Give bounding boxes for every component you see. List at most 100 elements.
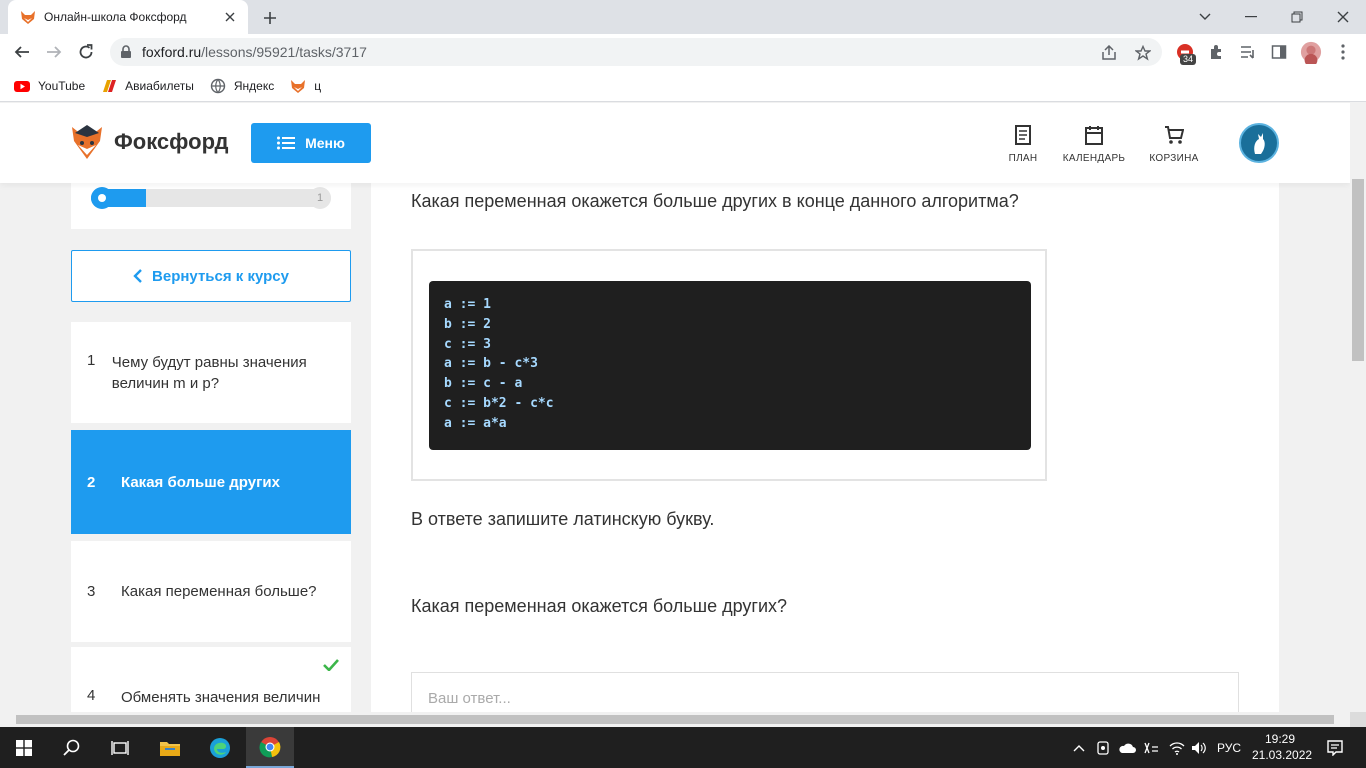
back-label: Вернуться к курсу bbox=[152, 267, 289, 285]
site-header: Фоксфорд Меню ПЛАН КАЛЕНДАРЬ КОРЗИНА bbox=[0, 103, 1350, 183]
answer-prompt: Какая переменная окажется больше других? bbox=[411, 596, 788, 616]
bookmark-star-icon[interactable] bbox=[1134, 44, 1152, 62]
list-icon bbox=[277, 136, 305, 150]
window-close-icon[interactable] bbox=[1320, 0, 1366, 34]
code-line: a := b - c*3 bbox=[444, 356, 538, 372]
fox-logo-icon bbox=[70, 123, 104, 161]
new-tab-plus-icon[interactable] bbox=[260, 8, 280, 28]
bookmark-yandex[interactable]: Яндекс bbox=[210, 78, 274, 94]
tab-title: Онлайн-школа Фоксфорд bbox=[44, 10, 187, 24]
extensions-puzzle-icon[interactable] bbox=[1205, 41, 1227, 63]
extension-badge: 34 bbox=[1180, 54, 1197, 65]
horizontal-scrollbar[interactable] bbox=[0, 712, 1350, 727]
code-line: b := 2 bbox=[444, 316, 491, 332]
tab-search-chevron-icon[interactable] bbox=[1182, 0, 1228, 34]
device-icon[interactable] bbox=[1094, 727, 1112, 768]
code-frame: a := 1 b := 2 c := 3 a := b - c*3 b := c… bbox=[411, 249, 1047, 481]
reload-icon[interactable] bbox=[74, 40, 98, 64]
url-path: /lessons/95921/tasks/3717 bbox=[201, 44, 367, 60]
address-bar[interactable]: foxford.ru/lessons/95921/tasks/3717 bbox=[110, 38, 1162, 66]
nav-calendar[interactable]: КАЛЕНДАРЬ bbox=[1062, 125, 1126, 164]
wifi-icon[interactable] bbox=[1166, 727, 1188, 768]
nav-cart-label: КОРЗИНА bbox=[1149, 153, 1199, 164]
chrome-menu-icon[interactable] bbox=[1332, 41, 1354, 63]
bookmark-youtube[interactable]: YouTube bbox=[14, 78, 85, 94]
side-panel-icon[interactable] bbox=[1268, 41, 1290, 63]
profile-avatar-icon[interactable] bbox=[1300, 41, 1322, 64]
fox-favicon-icon bbox=[20, 9, 36, 25]
page-viewport: Фоксфорд Меню ПЛАН КАЛЕНДАРЬ КОРЗИНА 1 В… bbox=[0, 103, 1350, 712]
code-line: a := a*a bbox=[444, 415, 507, 431]
windows-start-icon[interactable] bbox=[0, 727, 48, 768]
answer-input[interactable]: Ваш ответ... bbox=[411, 672, 1239, 712]
bookmark-label: ц bbox=[314, 78, 322, 93]
bookmarks-bar: YouTube Авиабилеты Яндекс ц bbox=[0, 70, 1366, 102]
tab-close-icon[interactable] bbox=[222, 9, 238, 25]
task-content: Какая переменная окажется больше других … bbox=[371, 183, 1279, 712]
notifications-icon[interactable] bbox=[1320, 727, 1350, 768]
search-icon[interactable] bbox=[48, 727, 96, 768]
site-logo[interactable]: Фоксфорд bbox=[70, 123, 228, 161]
chrome-taskbar-icon[interactable] bbox=[246, 727, 294, 768]
lock-icon bbox=[120, 45, 132, 59]
horizontal-scroll-thumb[interactable] bbox=[16, 715, 1334, 724]
task-item-1[interactable]: 1 Чему будут равны значения величин m и … bbox=[71, 322, 351, 423]
browser-tab-strip: Онлайн-школа Фоксфорд bbox=[0, 0, 1366, 34]
progress-end-label: 1 bbox=[309, 187, 331, 209]
menu-button[interactable]: Меню bbox=[251, 123, 371, 163]
language-indicator[interactable]: РУС bbox=[1212, 727, 1246, 768]
task-item-2[interactable]: 2 Какая больше других bbox=[71, 430, 351, 534]
user-avatar[interactable] bbox=[1239, 123, 1279, 163]
url-text: foxford.ru/lessons/95921/tasks/3717 bbox=[142, 44, 367, 60]
forward-arrow-icon[interactable] bbox=[42, 40, 66, 64]
browser-tab[interactable]: Онлайн-школа Фоксфорд bbox=[8, 0, 248, 34]
clock-time: 19:29 bbox=[1264, 732, 1296, 746]
vertical-scrollbar[interactable] bbox=[1350, 103, 1366, 712]
share-icon[interactable] bbox=[1100, 44, 1118, 62]
reading-list-icon[interactable] bbox=[1237, 41, 1259, 63]
bookmark-fox[interactable]: ц bbox=[290, 78, 321, 94]
task-number: 3 bbox=[87, 583, 96, 600]
flight-icon bbox=[101, 78, 117, 94]
bookmark-label: Авиабилеты bbox=[125, 78, 194, 93]
bookmark-flights[interactable]: Авиабилеты bbox=[101, 78, 194, 94]
onedrive-cloud-icon[interactable] bbox=[1116, 727, 1138, 768]
progress-dot bbox=[91, 187, 113, 209]
browser-toolbar: foxford.ru/lessons/95921/tasks/3717 bbox=[0, 34, 1366, 70]
nav-cart[interactable]: КОРЗИНА bbox=[1149, 125, 1199, 164]
file-explorer-icon[interactable] bbox=[146, 727, 194, 768]
code-block: a := 1 b := 2 c := 3 a := b - c*3 b := c… bbox=[429, 281, 1031, 450]
document-icon bbox=[1015, 125, 1031, 145]
volume-icon[interactable] bbox=[1188, 727, 1210, 768]
task-item-3[interactable]: 3 Какая переменная больше? bbox=[71, 541, 351, 642]
fox-icon bbox=[290, 78, 306, 94]
youtube-icon bbox=[14, 78, 30, 94]
nav-calendar-label: КАЛЕНДАРЬ bbox=[1062, 153, 1126, 164]
task-title: Обменять значения величин bbox=[121, 689, 321, 706]
restore-icon[interactable] bbox=[1274, 0, 1320, 34]
brand-name: Фоксфорд bbox=[114, 129, 229, 154]
task-title: Какая переменная больше? bbox=[121, 583, 317, 600]
edge-icon[interactable] bbox=[196, 727, 244, 768]
calendar-icon bbox=[1085, 125, 1103, 145]
code-line: b := c - a bbox=[444, 376, 523, 392]
back-arrow-icon[interactable] bbox=[10, 40, 34, 64]
progress-bar: 1 bbox=[91, 187, 331, 209]
task-item-4[interactable]: 4 Обменять значения величин bbox=[71, 647, 351, 712]
tray-chevron-up-icon[interactable] bbox=[1070, 727, 1088, 768]
task-title: Какая больше других bbox=[121, 473, 280, 491]
vertical-scroll-thumb[interactable] bbox=[1352, 179, 1364, 361]
keyboard-tray-icon[interactable] bbox=[1140, 727, 1162, 768]
scrollbar-corner bbox=[1350, 712, 1366, 727]
globe-icon bbox=[210, 78, 226, 94]
task-view-icon[interactable] bbox=[96, 727, 144, 768]
back-to-course-button[interactable]: Вернуться к курсу bbox=[71, 250, 351, 302]
task-number: 4 bbox=[87, 687, 96, 704]
url-host: foxford.ru bbox=[142, 44, 202, 60]
instruction-text: В ответе запишите латинскую букву. bbox=[411, 509, 715, 529]
code-line: c := b*2 - c*c bbox=[444, 395, 554, 411]
minimize-icon[interactable] bbox=[1228, 0, 1274, 34]
nav-plan[interactable]: ПЛАН bbox=[1003, 125, 1043, 164]
clock[interactable]: 19:29 21.03.2022 bbox=[1252, 731, 1312, 763]
question-text: Какая переменная окажется больше других … bbox=[411, 191, 1019, 211]
